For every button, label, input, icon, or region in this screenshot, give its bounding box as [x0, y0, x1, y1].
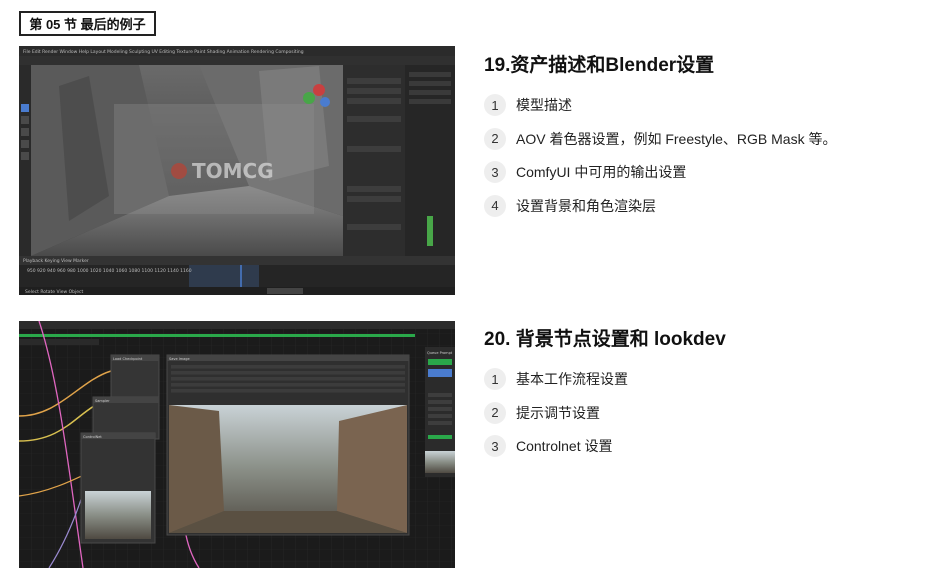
section-tag: 第 05 节 最后的例子	[19, 11, 156, 36]
tool-scale-icon[interactable]	[21, 140, 29, 148]
queue-btn-4[interactable]	[428, 414, 452, 418]
list-item: 3 ComfyUI 中可用的输出设置	[484, 160, 836, 184]
block-19: 19.资产描述和Blender设置 1 模型描述 2 AOV 着色器设置，例如 …	[484, 50, 836, 227]
timeline-buttons: Playback Keying View Marker	[23, 258, 89, 264]
outliner-row-1[interactable]	[409, 72, 451, 77]
prop-field-2[interactable]	[347, 88, 401, 94]
frame-numbers: 950 920 940 960 980 1000 1020 1040 1060 …	[27, 268, 192, 274]
block-19-title: 19.资产描述和Blender设置	[484, 55, 715, 76]
prop-field-5[interactable]	[347, 146, 401, 152]
outliner-row-3[interactable]	[409, 90, 451, 95]
queue-btn-1[interactable]	[428, 393, 452, 397]
list-number: 2	[484, 401, 506, 424]
tool-select-icon[interactable]	[21, 104, 29, 112]
blender-header-bar	[19, 56, 455, 65]
tool-move-icon[interactable]	[21, 116, 29, 124]
outliner-row-4[interactable]	[409, 99, 451, 104]
block-20: 20. 背景节点设置和 lookdev 1 基本工作流程设置 2 提示调节设置 …	[484, 324, 726, 468]
watermark-text: TOMCG	[192, 159, 274, 183]
list-text: Controlnet 设置	[516, 438, 613, 454]
list-text: AOV 着色器设置，例如 Freestyle、RGB Mask 等。	[516, 130, 837, 147]
list-item: 3 Controlnet 设置	[484, 434, 726, 458]
list-text: 模型描述	[516, 97, 572, 113]
comfy-tab-bar	[19, 339, 99, 345]
node-title-sampler: Sampler	[95, 399, 110, 403]
list-item: 1 基本工作流程设置	[484, 367, 726, 391]
queue-preview	[428, 369, 452, 377]
outliner-row-2[interactable]	[409, 81, 451, 86]
progress-bar	[19, 334, 415, 337]
tool-rotate-icon[interactable]	[21, 128, 29, 136]
queue-prompt-button[interactable]	[428, 359, 452, 365]
watermark-logo-icon	[171, 163, 187, 179]
queue-btn-2[interactable]	[428, 400, 452, 404]
gizmo-y-icon[interactable]	[303, 92, 315, 104]
list-number: 4	[484, 194, 506, 217]
status-pill	[267, 288, 303, 294]
list-number: 3	[484, 435, 506, 457]
prop-field-7[interactable]	[347, 196, 401, 202]
list-item: 4 设置背景和角色渲染层	[484, 194, 836, 218]
block-20-title: 20. 背景节点设置和 lookdev	[484, 329, 726, 350]
status-items: Select Rotate View Object	[25, 289, 83, 295]
list-number: 1	[484, 94, 506, 116]
queue-btn-3[interactable]	[428, 407, 452, 411]
timeline-range	[189, 265, 259, 287]
queue-btn-5[interactable]	[428, 421, 452, 425]
blender-menu: File Edit Render Window Help Layout Mode…	[23, 49, 304, 55]
comfyui-illustration: Load Checkpoint Sampler ControlNet Save …	[19, 321, 455, 568]
blender-toolbar	[19, 65, 31, 256]
blender-ui-illustration: TOMCG File Edit Render Window Help Layou…	[19, 46, 455, 295]
node-title-queue-prompt: Queue Prompt	[427, 351, 453, 355]
queue-manager-button[interactable]	[428, 435, 452, 439]
list-number: 1	[484, 368, 506, 390]
list-text: 设置背景和角色渲染层	[516, 197, 656, 214]
list-item: 2 提示调节设置	[484, 401, 726, 425]
status-bar	[19, 287, 455, 295]
node-title-save-image: Save Image	[169, 357, 190, 361]
list-item: 1 模型描述	[484, 93, 836, 117]
list-text: ComfyUI 中可用的输出设置	[516, 164, 687, 180]
render-building-right	[337, 405, 407, 533]
tool-transform-icon[interactable]	[21, 152, 29, 160]
list-number: 3	[484, 161, 506, 183]
gizmo-z-icon[interactable]	[320, 97, 330, 107]
comfyui-screenshot: Load Checkpoint Sampler ControlNet Save …	[19, 321, 455, 568]
gizmo-x-icon[interactable]	[313, 84, 325, 96]
controlnet-thumbnail	[85, 491, 151, 539]
prop-field-3[interactable]	[347, 98, 401, 104]
comfy-top-bar	[19, 321, 455, 329]
blender-screenshot: TOMCG File Edit Render Window Help Layou…	[19, 46, 455, 295]
render-building-left	[169, 405, 224, 533]
prop-field-1[interactable]	[347, 78, 401, 84]
node-title-controlnet: ControlNet	[83, 435, 102, 439]
list-number: 2	[484, 127, 506, 150]
list-text: 提示调节设置	[516, 404, 600, 421]
queue-history-thumb	[425, 451, 455, 473]
list-item: 2 AOV 着色器设置，例如 Freestyle、RGB Mask 等。	[484, 127, 836, 151]
prop-field-8[interactable]	[347, 224, 401, 230]
outliner-green-bar	[427, 216, 433, 246]
prop-field-6[interactable]	[347, 186, 401, 192]
list-text: 基本工作流程设置	[516, 371, 628, 387]
prop-field-4[interactable]	[347, 116, 401, 122]
node-title-load-checkpoint: Load Checkpoint	[113, 357, 143, 361]
